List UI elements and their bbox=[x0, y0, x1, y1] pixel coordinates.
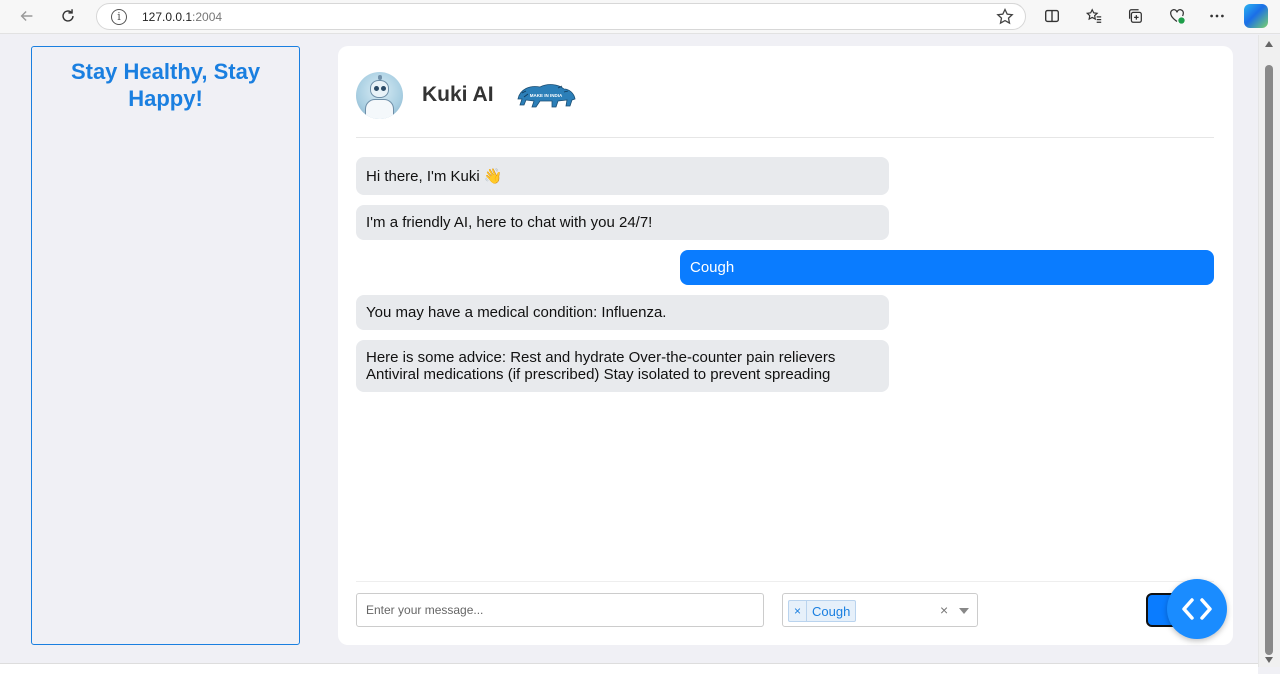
selected-symptom-label: Cough bbox=[812, 603, 851, 619]
chevron-down-icon[interactable] bbox=[959, 608, 969, 614]
back-icon[interactable] bbox=[13, 4, 41, 28]
message-text: Hi there, I'm Kuki 👋 bbox=[366, 167, 503, 185]
bottom-strip bbox=[0, 663, 1258, 674]
lion-logo-icon: MAKE IN INDIA bbox=[517, 84, 576, 108]
chat-input-bar: × Cough × bbox=[356, 581, 1214, 645]
favorites-icon[interactable] bbox=[1082, 5, 1106, 27]
tag-remove-icon[interactable]: × bbox=[789, 601, 807, 621]
scroll-up-icon[interactable] bbox=[1265, 41, 1273, 47]
url-port: :2004 bbox=[192, 10, 223, 24]
url-text: 127.0.0.1:2004 bbox=[142, 10, 222, 24]
message-input[interactable] bbox=[356, 593, 764, 627]
browser-toolbar: i 127.0.0.1:2004 bbox=[0, 0, 1280, 34]
address-bar[interactable]: i 127.0.0.1:2004 bbox=[96, 3, 1026, 30]
bot-message: Here is some advice: Rest and hydrate Ov… bbox=[356, 340, 889, 392]
bot-name: Kuki AI bbox=[422, 83, 494, 106]
scrollbar-thumb[interactable] bbox=[1265, 65, 1273, 655]
message-text: You may have a medical condition: Influe… bbox=[366, 304, 667, 321]
more-icon[interactable] bbox=[1205, 5, 1229, 27]
scroll-down-icon[interactable] bbox=[1265, 657, 1273, 663]
message-text: I'm a friendly AI, here to chat with you… bbox=[366, 214, 653, 231]
star-icon[interactable] bbox=[995, 7, 1015, 27]
split-screen-icon[interactable] bbox=[1040, 5, 1064, 27]
info-icon[interactable]: i bbox=[111, 9, 127, 25]
bot-message: I'm a friendly AI, here to chat with you… bbox=[356, 205, 889, 240]
bot-message: You may have a medical condition: Influe… bbox=[356, 295, 889, 330]
health-icon[interactable] bbox=[1165, 5, 1189, 27]
clear-icon[interactable]: × bbox=[940, 602, 948, 618]
user-message: Cough bbox=[680, 250, 1214, 285]
chat-panel: Kuki AI MAKE IN INDIA Hi there, I'm Kuki… bbox=[338, 46, 1233, 645]
copilot-icon[interactable] bbox=[1244, 4, 1268, 28]
bot-avatar bbox=[356, 72, 403, 119]
chat-header: Kuki AI MAKE IN INDIA bbox=[356, 71, 1214, 138]
message-text: Here is some advice: Rest and hydrate Ov… bbox=[366, 349, 836, 383]
collections-icon[interactable] bbox=[1123, 5, 1147, 27]
code-brackets-icon bbox=[1182, 598, 1212, 620]
message-text: Cough bbox=[690, 259, 735, 276]
bot-message: Hi there, I'm Kuki 👋 bbox=[356, 157, 889, 195]
code-toggle-button[interactable] bbox=[1167, 579, 1227, 639]
sidebar-title: Stay Healthy, Stay Happy! bbox=[70, 59, 261, 111]
svg-text:MAKE IN INDIA: MAKE IN INDIA bbox=[530, 93, 563, 98]
reload-icon[interactable] bbox=[54, 4, 82, 28]
symptom-select[interactable]: × Cough × bbox=[782, 593, 978, 627]
selected-symptom-tag: × Cough bbox=[788, 600, 857, 622]
url-host: 127.0.0.1 bbox=[142, 10, 193, 24]
sidebar: Stay Healthy, Stay Happy! bbox=[31, 46, 300, 645]
vertical-scrollbar[interactable] bbox=[1258, 35, 1280, 667]
